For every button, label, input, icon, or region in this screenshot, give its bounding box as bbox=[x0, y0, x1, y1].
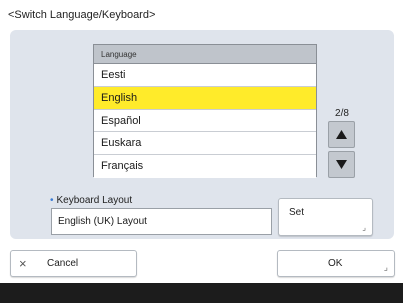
ok-button[interactable]: OK ⌟ bbox=[277, 250, 395, 277]
set-button[interactable]: Set ⌟ bbox=[278, 198, 373, 236]
corner-mark-icon: ⌟ bbox=[362, 223, 366, 232]
keyboard-layout-field: English (UK) Layout bbox=[51, 208, 272, 235]
page-indicator: 2/8 bbox=[335, 108, 349, 119]
corner-mark-icon: ⌟ bbox=[383, 262, 388, 272]
arrow-down-icon bbox=[336, 160, 347, 169]
language-keyboard-panel: Language Eesti English Español Euskara F… bbox=[10, 30, 394, 239]
language-item-espanol[interactable]: Español bbox=[94, 109, 316, 133]
cancel-button-label: Cancel bbox=[47, 258, 79, 269]
bullet-icon: • bbox=[50, 195, 54, 206]
scroll-down-button[interactable] bbox=[328, 151, 355, 178]
scroll-up-button[interactable] bbox=[328, 121, 355, 148]
language-list-header: Language bbox=[94, 45, 316, 64]
keyboard-layout-label: • Keyboard Layout bbox=[50, 195, 132, 206]
cancel-button[interactable]: × Cancel bbox=[10, 250, 137, 277]
language-item-english[interactable]: English bbox=[94, 86, 316, 110]
keyboard-layout-label-text: Keyboard Layout bbox=[56, 195, 133, 206]
footer-bar bbox=[0, 283, 403, 303]
language-list: Language Eesti English Español Euskara F… bbox=[93, 44, 317, 178]
language-item-francais[interactable]: Français bbox=[94, 155, 316, 178]
set-button-label: Set bbox=[289, 207, 305, 218]
ok-button-label: OK bbox=[328, 258, 343, 269]
close-icon: × bbox=[19, 256, 27, 271]
screen-title: <Switch Language/Keyboard> bbox=[8, 9, 156, 21]
language-item-euskara[interactable]: Euskara bbox=[94, 132, 316, 156]
language-item-eesti[interactable]: Eesti bbox=[94, 64, 316, 87]
arrow-up-icon bbox=[336, 130, 347, 139]
